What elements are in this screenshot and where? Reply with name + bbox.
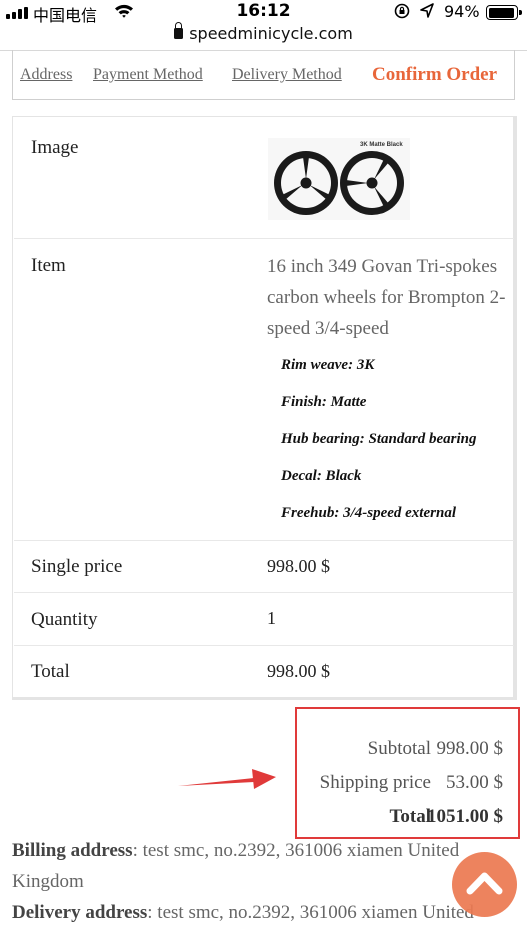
billing-address-line2: Kingdom (12, 871, 84, 892)
table-row-total: Total 998.00 $ (14, 646, 514, 697)
single-price-value: 998.00 $ (267, 556, 330, 576)
grand-total-value: 1051.00 $ (427, 806, 503, 827)
table-row-quantity: Quantity 1 (14, 593, 514, 646)
table-row-image: Image 3K Matte Black (14, 117, 514, 239)
battery-icon (486, 5, 518, 20)
item-label: Item (31, 255, 66, 276)
step-confirm-order: Confirm Order (372, 64, 498, 85)
option-decal: Decal: Black (281, 468, 362, 484)
status-bar: 中国电信 16:12 94% (0, 0, 527, 25)
annotation-arrow-icon (178, 769, 276, 789)
checkout-steps: Address Payment Method Delivery Method C… (12, 50, 515, 100)
battery-nub (519, 10, 522, 15)
rotation-lock-icon (394, 3, 410, 19)
lock-icon (174, 22, 184, 39)
delivery-address-line1: : test smc, no.2392, 361006 xiamen Unite… (147, 902, 474, 923)
address-bar[interactable]: speedminicycle.com (0, 22, 527, 50)
step-delivery-link[interactable]: Delivery Method (232, 66, 342, 84)
item-name: 16 inch 349 Govan Tri-spokes carbon whee… (267, 256, 506, 339)
item-total-label: Total (31, 661, 70, 682)
order-items-table: Image 3K Matte Black Item 16 inch 349 Go… (12, 116, 517, 700)
option-rim-weave: Rim weave: 3K (281, 357, 375, 373)
item-options: Rim weave: 3K Finish: Matte Hub bearing:… (281, 357, 476, 542)
scroll-to-top-button[interactable] (452, 852, 517, 917)
subtotal-value: 998.00 $ (436, 738, 504, 759)
location-icon (420, 3, 434, 18)
delivery-address: Delivery address: test smc, no.2392, 361… (12, 897, 502, 928)
product-image[interactable] (268, 138, 410, 220)
option-finish: Finish: Matte (281, 394, 367, 410)
chevron-up-icon (466, 872, 503, 895)
battery-percent: 94% (444, 2, 480, 21)
product-image-caption: 3K Matte Black (360, 142, 403, 148)
quantity-label: Quantity (31, 609, 98, 630)
option-hub-bearing: Hub bearing: Standard bearing (281, 431, 477, 447)
billing-address-line1: : test smc, no.2392, 361006 xiamen Unite… (132, 840, 460, 861)
billing-address: Billing address: test smc, no.2392, 3610… (12, 835, 502, 897)
table-row-single-price: Single price 998.00 $ (14, 541, 514, 593)
subtotal-label: Subtotal (367, 738, 431, 759)
step-payment-link[interactable]: Payment Method (93, 66, 203, 84)
quantity-value: 1 (267, 608, 276, 628)
delivery-address-label: Delivery address (12, 902, 148, 923)
step-address-link[interactable]: Address (20, 66, 72, 84)
image-label: Image (31, 137, 79, 158)
table-row-item: Item 16 inch 349 Govan Tri-spokes carbon… (14, 239, 514, 541)
shipping-label: Shipping price (319, 772, 431, 793)
item-total-value: 998.00 $ (267, 661, 330, 681)
grand-total-label: Total (389, 806, 431, 827)
shipping-value: 53.00 $ (446, 772, 503, 793)
billing-address-label: Billing address (12, 840, 133, 861)
option-freehub: Freehub: 3/4-speed external (281, 505, 456, 521)
single-price-label: Single price (31, 556, 123, 577)
url-text: speedminicycle.com (189, 24, 353, 43)
